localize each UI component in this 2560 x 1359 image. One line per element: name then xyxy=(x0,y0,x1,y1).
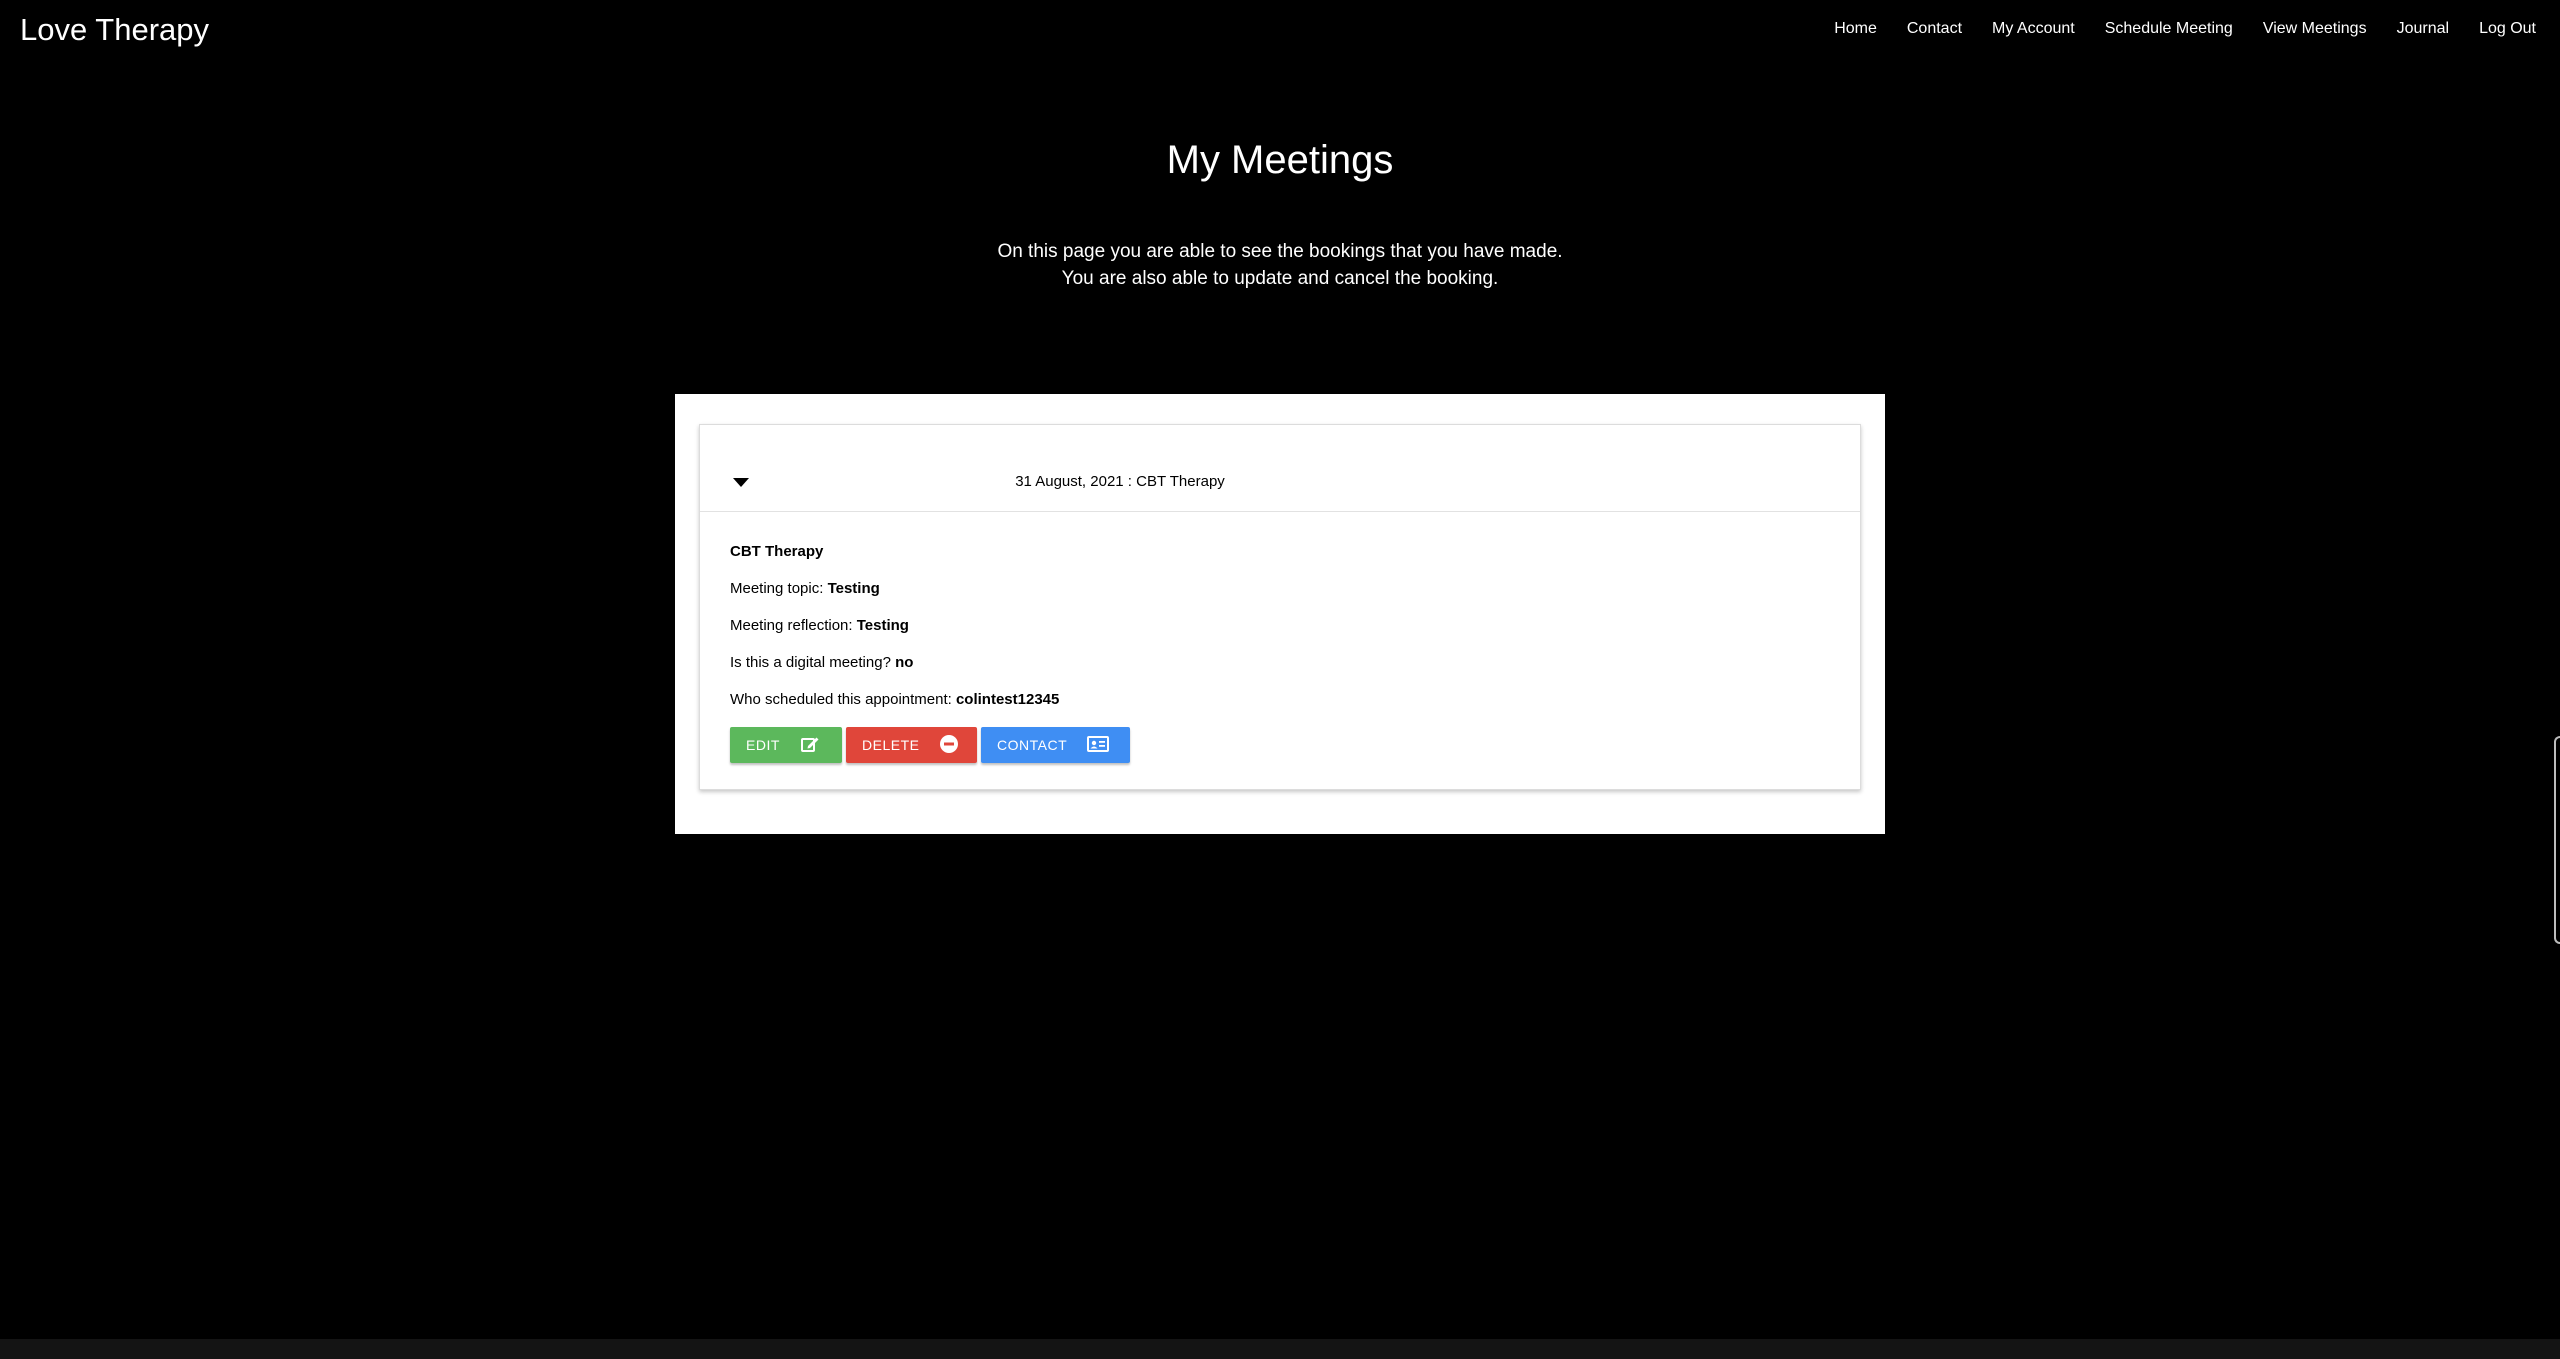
meeting-digital-value: no xyxy=(895,654,914,671)
meeting-scheduler-value: colintest12345 xyxy=(955,691,1060,708)
meeting-header-type: CBT Therapy xyxy=(1131,473,1225,490)
page-title: My Meetings xyxy=(1166,138,1394,182)
nav-journal[interactable]: Journal xyxy=(2397,20,2449,38)
meetings-container: 31 August, 2021 : CBT Therapy CBT Therap… xyxy=(675,394,1885,834)
meeting-reflection-row: Meeting reflection: Testing xyxy=(730,617,1830,654)
contact-button-label: CONTACT xyxy=(997,737,1068,753)
edit-button[interactable]: EDIT xyxy=(730,727,842,763)
page: Love Therapy Home Contact My Account Sch… xyxy=(0,0,2560,1359)
top-navbar: Love Therapy Home Contact My Account Sch… xyxy=(0,0,2560,62)
footer-strip xyxy=(0,1339,2560,1359)
meeting-header-date: 31 August, 2021 : xyxy=(1015,473,1132,490)
contact-card-icon xyxy=(1087,735,1110,756)
meeting-panel-body: CBT Therapy Meeting topic: Testing Meeti… xyxy=(730,543,1830,728)
nav-schedule-meeting[interactable]: Schedule Meeting xyxy=(2105,20,2233,38)
page-intro: On this page you are able to see the boo… xyxy=(0,238,2560,292)
meeting-reflection-label: Meeting reflection: xyxy=(730,617,857,634)
brand-logo[interactable]: Love Therapy xyxy=(20,12,209,48)
edit-icon xyxy=(800,734,820,757)
meeting-name: CBT Therapy xyxy=(730,543,824,560)
contact-button[interactable]: CONTACT xyxy=(981,727,1130,763)
nav-log-out[interactable]: Log Out xyxy=(2479,20,2536,38)
meeting-actions: EDIT DELETE CONTACT xyxy=(730,727,1130,763)
nav-my-account[interactable]: My Account xyxy=(1992,20,2075,38)
meeting-panel: 31 August, 2021 : CBT Therapy CBT Therap… xyxy=(699,424,1861,790)
meeting-panel-header[interactable]: 31 August, 2021 : CBT Therapy xyxy=(700,425,1860,512)
nav-view-meetings[interactable]: View Meetings xyxy=(2263,20,2367,38)
meeting-header-title: 31 August, 2021 : CBT Therapy xyxy=(700,473,1540,490)
meeting-topic-value: Testing xyxy=(827,580,880,597)
meeting-topic-label: Meeting topic: xyxy=(730,580,828,597)
nav-links: Home Contact My Account Schedule Meeting… xyxy=(1804,20,2536,38)
meeting-digital-row: Is this a digital meeting? no xyxy=(730,654,1830,691)
meeting-scheduler-row: Who scheduled this appointment: colintes… xyxy=(730,691,1830,728)
nav-home[interactable]: Home xyxy=(1834,20,1877,38)
intro-line-1: On this page you are able to see the boo… xyxy=(997,241,1563,262)
edit-button-label: EDIT xyxy=(746,737,780,753)
side-scroll-handle[interactable] xyxy=(2554,736,2560,944)
delete-button[interactable]: DELETE xyxy=(846,727,977,763)
meeting-digital-label: Is this a digital meeting? xyxy=(730,654,896,671)
nav-contact[interactable]: Contact xyxy=(1907,20,1962,38)
delete-button-label: DELETE xyxy=(862,737,920,753)
meeting-reflection-value: Testing xyxy=(856,617,909,634)
intro-line-2: You are also able to update and cancel t… xyxy=(1061,268,1499,289)
minus-circle-icon xyxy=(939,734,959,757)
meeting-scheduler-label: Who scheduled this appointment: xyxy=(730,691,956,708)
meeting-topic-row: Meeting topic: Testing xyxy=(730,580,1830,617)
